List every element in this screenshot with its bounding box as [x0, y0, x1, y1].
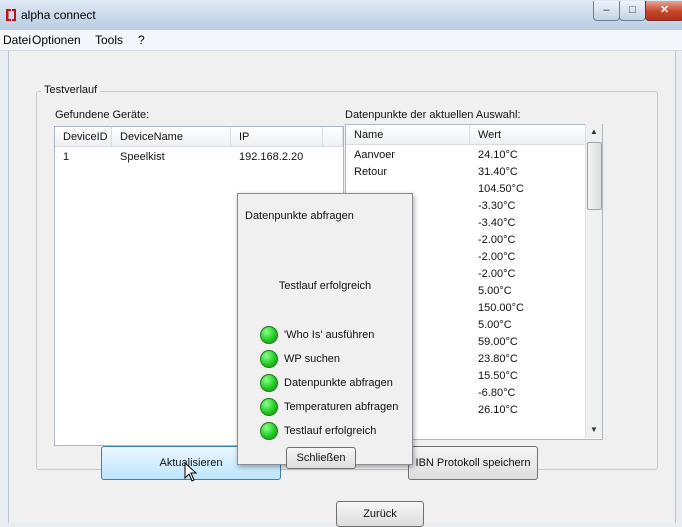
datapoint-value-cell[interactable]: 5.00°C: [470, 283, 588, 299]
datapoint-value-cell[interactable]: 150.00°C: [470, 300, 588, 316]
back-button[interactable]: Zurück: [336, 501, 424, 527]
save-protocol-button[interactable]: IBN Protokoll speichern: [408, 446, 538, 480]
datapoint-value-cell[interactable]: -6.80°C: [470, 385, 588, 401]
status-ok-icon: [260, 374, 278, 392]
device-name-cell[interactable]: Speelkist: [112, 149, 231, 165]
device-ip-cell[interactable]: 192.168.2.20: [231, 149, 331, 165]
menu-tools[interactable]: Tools: [95, 33, 123, 47]
step-label: Datenpunkte abfragen: [284, 377, 393, 389]
window-title: alpha connect: [21, 8, 96, 22]
datapoint-value-cell[interactable]: -2.00°C: [470, 232, 588, 248]
status-ok-icon: [260, 422, 278, 440]
title-bar: alpha connect – □ ✕: [0, 0, 682, 30]
close-window-button[interactable]: ✕: [645, 1, 682, 21]
close-icon: ✕: [659, 4, 670, 16]
maximize-icon: □: [629, 4, 636, 16]
status-ok-icon: [260, 326, 278, 344]
datapoint-value-cell[interactable]: -3.30°C: [470, 198, 588, 214]
datapoint-value-cell[interactable]: 104.50°C: [470, 181, 588, 197]
step-label: Testlauf erfolgreich: [284, 425, 377, 437]
maximize-button[interactable]: □: [619, 1, 646, 21]
status-ok-icon: [260, 350, 278, 368]
column-header-wert[interactable]: Wert: [470, 125, 588, 145]
datapoint-value-cell[interactable]: 24.10°C: [470, 147, 588, 163]
scrollbar-thumb[interactable]: [587, 142, 602, 210]
query-dialog: Datenpunkte abfragen Testlauf erfolgreic…: [237, 193, 413, 469]
datapoint-value-cell[interactable]: 23.80°C: [470, 351, 588, 367]
minimize-button[interactable]: –: [593, 1, 620, 21]
menu-help[interactable]: ?: [138, 33, 145, 47]
status-ok-icon: [260, 398, 278, 416]
column-header-name[interactable]: Name: [346, 125, 470, 145]
group-title: Testverlauf: [41, 84, 101, 96]
datapoint-value-cell[interactable]: 15.50°C: [470, 368, 588, 384]
datapoints-label: Datenpunkte der aktuellen Auswahl:: [345, 109, 521, 121]
scroll-down-icon[interactable]: ▼: [586, 422, 602, 438]
datapoint-value-cell[interactable]: 31.40°C: [470, 164, 588, 180]
datapoint-value-cell[interactable]: -2.00°C: [470, 249, 588, 265]
datapoints-scrollbar[interactable]: ▲ ▼: [585, 124, 602, 438]
menu-datei[interactable]: Datei: [3, 33, 31, 47]
dialog-title: Datenpunkte abfragen: [245, 210, 354, 222]
datapoint-value-cell[interactable]: 59.00°C: [470, 334, 588, 350]
dialog-message: Testlauf erfolgreich: [278, 280, 372, 292]
devices-label: Gefundene Geräte:: [55, 109, 150, 121]
datapoint-value-cell[interactable]: -2.00°C: [470, 266, 588, 282]
scroll-up-icon[interactable]: ▲: [586, 124, 602, 140]
datapoint-name-cell[interactable]: Aanvoer: [346, 147, 470, 163]
device-id-cell[interactable]: 1: [55, 149, 112, 165]
column-header-deviceid[interactable]: DeviceID: [55, 127, 112, 147]
mouse-cursor-icon: [184, 462, 198, 482]
datapoint-name-cell[interactable]: Retour: [346, 164, 470, 180]
datapoint-value-cell[interactable]: 26.10°C: [470, 402, 588, 418]
menu-optionen[interactable]: Optionen: [32, 33, 81, 47]
step-label: 'Who Is' ausführen: [284, 329, 375, 341]
minimize-icon: –: [603, 4, 610, 16]
app-logo-icon: [6, 9, 16, 21]
column-header-filler: [323, 127, 343, 147]
column-header-devicename[interactable]: DeviceName: [112, 127, 231, 147]
close-dialog-button[interactable]: Schließen: [286, 447, 356, 469]
step-label: Temperaturen abfragen: [284, 401, 399, 413]
datapoint-value-cell[interactable]: 5.00°C: [470, 317, 588, 333]
column-header-ip[interactable]: IP: [231, 127, 323, 147]
menu-bar: Datei Optionen Tools ?: [0, 30, 682, 51]
step-label: WP suchen: [284, 353, 341, 365]
datapoint-value-cell[interactable]: -3.40°C: [470, 215, 588, 231]
